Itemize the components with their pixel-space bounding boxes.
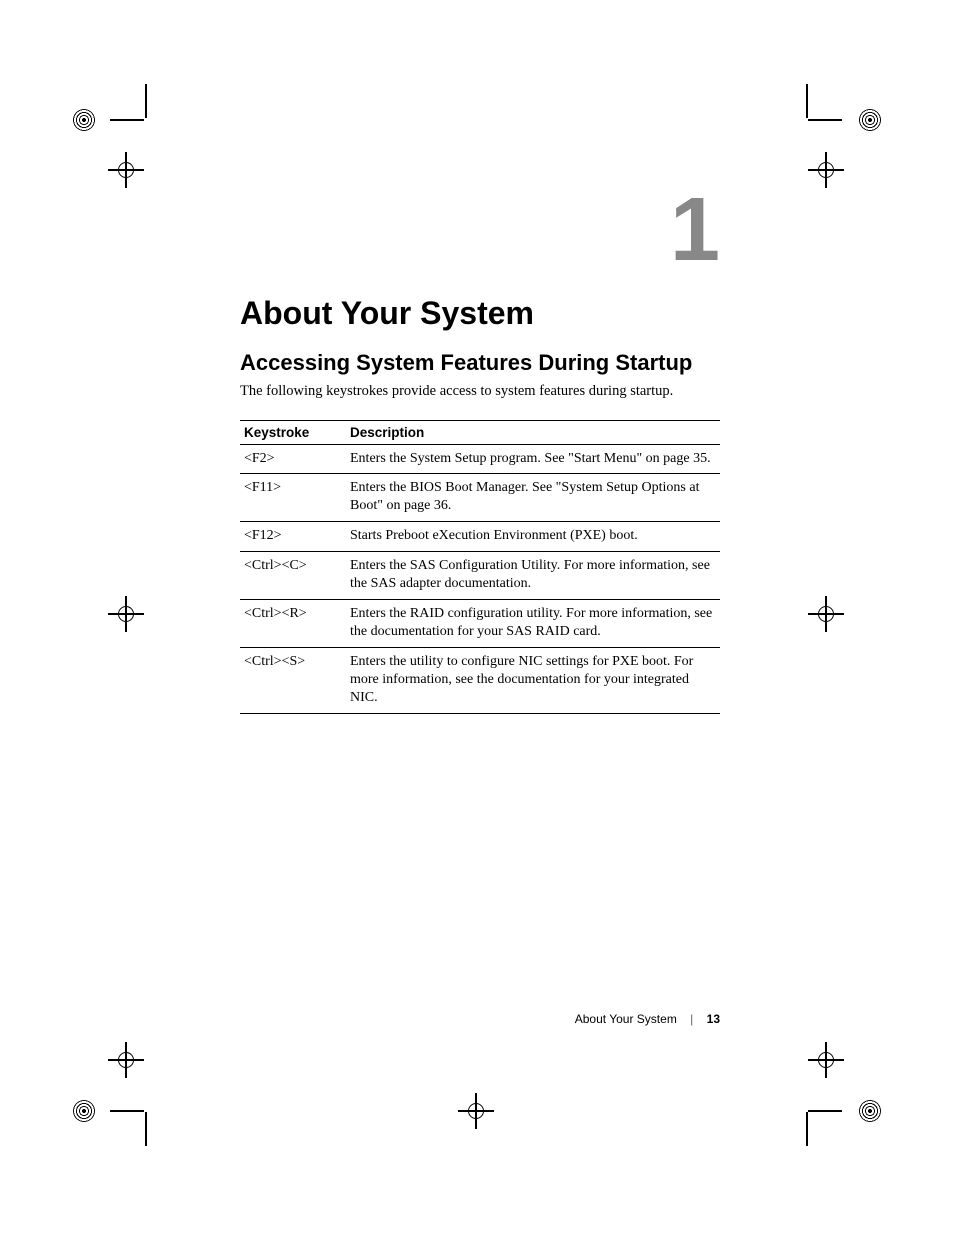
cell-keystroke: <Ctrl><S>: [240, 647, 346, 713]
cell-description: Enters the utility to configure NIC sett…: [346, 647, 720, 713]
table-row: <F11> Enters the BIOS Boot Manager. See …: [240, 474, 720, 522]
bullseye-top-left: [73, 109, 95, 131]
table-row: <F12> Starts Preboot eXecution Environme…: [240, 522, 720, 552]
footer-section: About Your System: [575, 1012, 677, 1026]
tick-bottom-left-h: [110, 1110, 144, 1112]
cell-keystroke: <Ctrl><R>: [240, 600, 346, 648]
bullseye-top-right: [859, 109, 881, 131]
section-title: Accessing System Features During Startup: [240, 350, 720, 376]
table-header-description: Description: [346, 420, 720, 444]
cell-keystroke: <F2>: [240, 444, 346, 474]
footer-page-number: 13: [707, 1012, 720, 1026]
tick-bottom-right-h: [808, 1110, 842, 1112]
cell-keystroke: <F11>: [240, 474, 346, 522]
bullseye-bottom-right: [859, 1100, 881, 1122]
table-row: <Ctrl><C> Enters the SAS Configuration U…: [240, 552, 720, 600]
chapter-number: 1: [670, 185, 720, 275]
keystroke-table: Keystroke Description <F2> Enters the Sy…: [240, 420, 720, 714]
tick-bottom-left-v: [145, 1112, 147, 1146]
table-row: <F2> Enters the System Setup program. Se…: [240, 444, 720, 474]
tick-top-left-v: [145, 84, 147, 118]
page-content: 1 About Your System Accessing System Fea…: [240, 185, 720, 714]
cell-keystroke: <Ctrl><C>: [240, 552, 346, 600]
intro-paragraph: The following keystrokes provide access …: [240, 382, 720, 402]
tick-top-right-v: [806, 84, 808, 118]
cell-description: Enters the BIOS Boot Manager. See "Syste…: [346, 474, 720, 522]
page-footer: About Your System | 13: [240, 1012, 720, 1026]
cell-description: Enters the RAID configuration utility. F…: [346, 600, 720, 648]
cell-description: Starts Preboot eXecution Environment (PX…: [346, 522, 720, 552]
table-row: <Ctrl><S> Enters the utility to configur…: [240, 647, 720, 713]
cell-keystroke: <F12>: [240, 522, 346, 552]
chapter-title: About Your System: [240, 295, 720, 332]
tick-top-right-h: [808, 119, 842, 121]
tick-top-left-h: [110, 119, 144, 121]
bullseye-bottom-left: [73, 1100, 95, 1122]
cell-description: Enters the SAS Configuration Utility. Fo…: [346, 552, 720, 600]
table-header-keystroke: Keystroke: [240, 420, 346, 444]
tick-bottom-right-v: [806, 1112, 808, 1146]
footer-separator: |: [680, 1012, 703, 1026]
cell-description: Enters the System Setup program. See "St…: [346, 444, 720, 474]
table-row: <Ctrl><R> Enters the RAID configuration …: [240, 600, 720, 648]
